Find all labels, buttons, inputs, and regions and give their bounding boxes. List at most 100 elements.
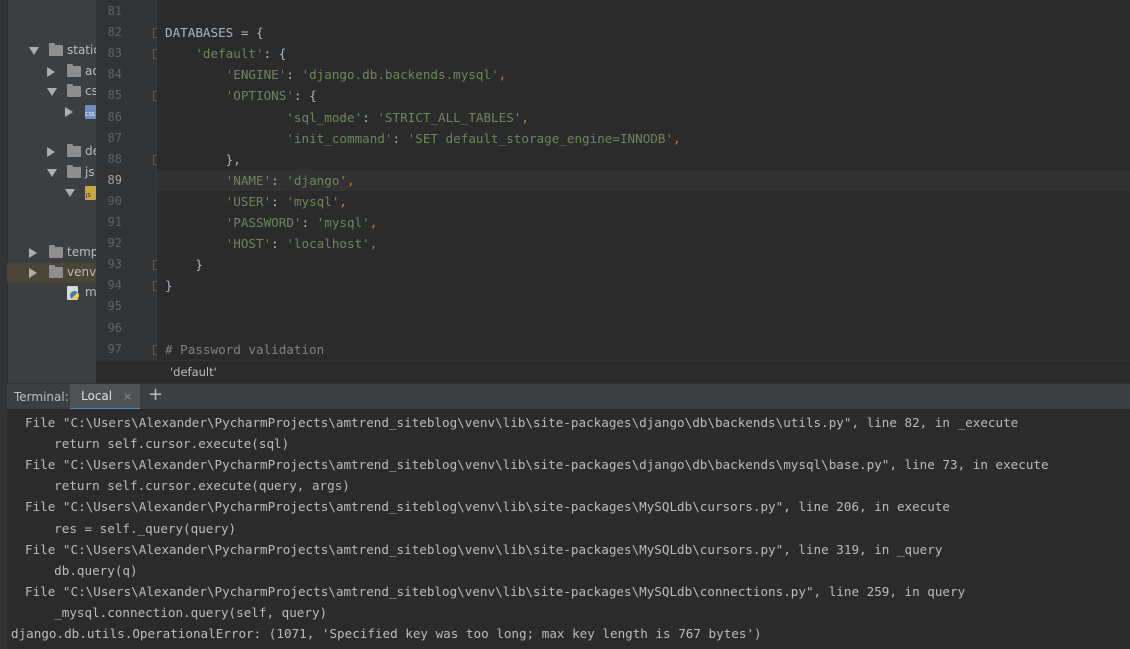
code-line[interactable]: 'sql_mode': 'STRICT_ALL_TABLES', (165, 107, 1130, 128)
traceback-line: File "C:\Users\Alexander\PycharmProjects… (25, 415, 1019, 430)
code-line[interactable]: 'NAME': 'django', (157, 169, 1130, 191)
code-line[interactable]: DATABASES = { (165, 22, 1130, 43)
chevron-right-icon[interactable] (29, 268, 37, 279)
code-line[interactable]: 'init_command': 'SET default_storage_eng… (165, 128, 1130, 149)
line-number: 89 (107, 172, 122, 187)
tree-item[interactable]: templ (7, 243, 96, 263)
code-line[interactable]: # Password validation (165, 339, 1130, 360)
line-number: 87 (107, 130, 122, 145)
tree-item[interactable]: ad (7, 62, 96, 82)
folder-icon (67, 144, 81, 158)
chevron-right-icon[interactable] (65, 107, 73, 117)
code-token: 'NAME' (225, 172, 272, 188)
code-line[interactable] (165, 1, 1130, 22)
line-number: 95 (107, 299, 122, 314)
traceback-line: File "C:\Users\Alexander\PycharmProjects… (25, 541, 943, 557)
chevron-down-icon[interactable] (29, 47, 39, 56)
tree-item-label: de (85, 144, 96, 159)
close-icon[interactable]: × (123, 390, 132, 403)
add-icon[interactable]: + (148, 385, 163, 405)
tree-item[interactable]: mana (7, 283, 96, 303)
tree-item[interactable]: vie (7, 21, 96, 41)
code-line[interactable]: 'default': { (165, 43, 1130, 64)
tree-item[interactable]: venv (7, 263, 96, 284)
code-line[interactable]: 'USER': 'mysql', (165, 191, 1130, 212)
code-token: 'SET default_storage_engine=INNODB' (407, 130, 674, 146)
tree-item-label: ad (85, 63, 96, 78)
code-line[interactable]: 'HOST': 'localhost', (165, 233, 1130, 254)
folder-icon (67, 83, 81, 97)
line-number: 92 (107, 236, 122, 251)
code-line[interactable] (165, 318, 1130, 339)
tree-item[interactable] (7, 102, 96, 122)
code-token: 'default' (195, 46, 264, 62)
tree-item[interactable]: js (7, 163, 96, 183)
chevron-down-icon[interactable] (65, 188, 75, 197)
terminal-tab-local[interactable]: Local × (70, 384, 140, 410)
chevron-down-icon[interactable] (47, 87, 57, 96)
code-line[interactable]: }, (165, 149, 1130, 170)
traceback-line: File "C:\Users\Alexander\PycharmProjects… (25, 583, 966, 599)
line-number: 86 (107, 109, 122, 124)
tree-item[interactable]: static (7, 41, 96, 61)
code-token: , (369, 236, 378, 252)
code-token: 'django' (286, 172, 348, 188)
tree-item[interactable]: de (7, 142, 96, 162)
project-tree: urlvie static ad css de js templ venv mana (0, 0, 96, 383)
css-file-icon (85, 105, 96, 119)
line-number: 88 (107, 151, 122, 166)
tree-item-label: js (85, 164, 95, 179)
code-line[interactable]: 'ENGINE': 'django.db.backends.mysql', (165, 64, 1130, 85)
js-file-icon (85, 185, 96, 200)
code-line[interactable] (165, 296, 1130, 317)
code-token: : { (263, 46, 287, 62)
line-number: 96 (107, 320, 122, 335)
chevron-right-icon[interactable] (47, 147, 55, 158)
code-line[interactable]: 'PASSWORD': 'mysql', (165, 212, 1130, 233)
line-number: 97 (107, 341, 122, 356)
folder-icon (49, 43, 63, 57)
code-line[interactable]: 'OPTIONS': { (165, 85, 1130, 106)
tree-item[interactable] (7, 122, 96, 142)
python-file-icon (67, 286, 79, 301)
chevron-right-icon[interactable] (29, 248, 37, 258)
code-token: }, (165, 151, 241, 167)
tree-item[interactable]: url (7, 1, 96, 21)
code-token: 'sql_mode' (286, 109, 363, 125)
terminal-output[interactable]: File "C:\Users\Alexander\PycharmProjects… (0, 383, 1130, 649)
traceback-line: File "C:\Users\Alexander\PycharmProjects… (25, 499, 951, 515)
traceback-line: _mysql.connection.query(self, query) (39, 604, 328, 620)
terminal-tab-label[interactable]: Local (81, 389, 112, 403)
code-token: 'mysql' (316, 215, 370, 230)
chevron-right-icon[interactable] (47, 66, 55, 77)
tree-item-label: mana (85, 285, 96, 300)
folder-icon (67, 164, 81, 178)
tree-item-label: css (85, 83, 96, 98)
line-number: 90 (107, 193, 122, 208)
line-number: 83 (107, 46, 122, 61)
breadcrumb-item[interactable]: 'default' (170, 365, 217, 379)
tree-item[interactable]: css (7, 82, 96, 102)
code-token: # Password validation (165, 341, 325, 357)
chevron-down-icon[interactable] (47, 168, 57, 177)
code-editor[interactable]: DATABASES = { 'default': { 'ENGINE': 'dj… (157, 0, 1130, 360)
code-line[interactable]: } (165, 275, 1130, 296)
code-token: } (165, 257, 203, 273)
folder-icon (49, 245, 63, 258)
code-line[interactable]: } (165, 254, 1130, 275)
code-token: : (271, 236, 287, 252)
traceback-line: return self.cursor.execute(query, args) (39, 478, 350, 494)
line-number: 84 (107, 67, 122, 82)
traceback-line: res = self._query(query) (39, 520, 237, 536)
tree-item-label: static (67, 43, 96, 58)
tree-item[interactable] (7, 183, 96, 203)
editor-breadcrumb[interactable]: 'default' (96, 360, 1130, 384)
folder-icon (49, 265, 63, 279)
code-token: 'init_command' (286, 130, 393, 146)
